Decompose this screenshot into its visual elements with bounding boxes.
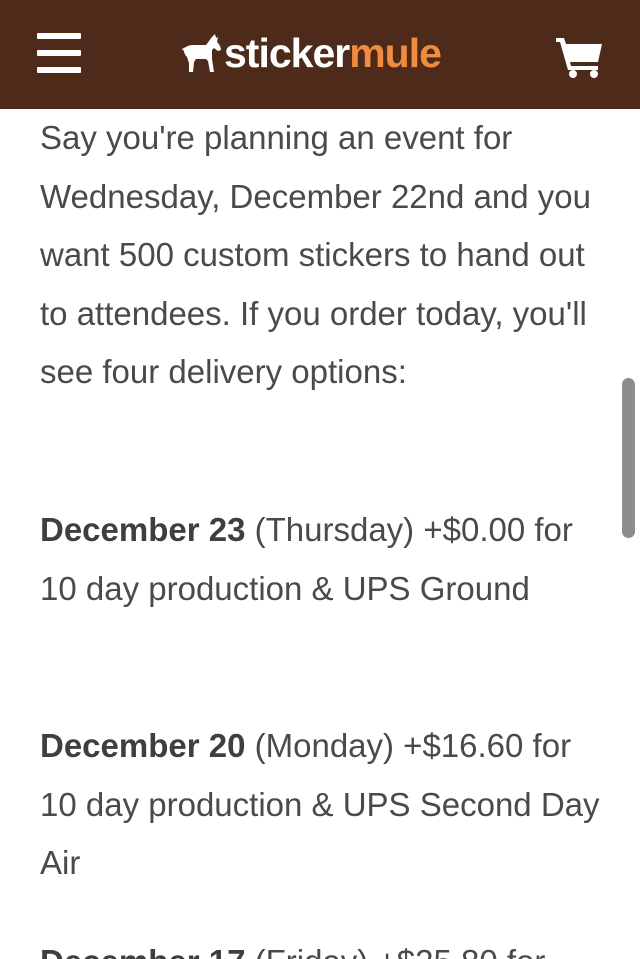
logo-mule-text: mule xyxy=(349,30,442,76)
delivery-option-2: December 20 (Monday) +$16.60 for 10 day … xyxy=(40,717,600,893)
shopping-cart-icon[interactable] xyxy=(556,36,604,78)
logo-sticker-text: sticker xyxy=(224,30,350,76)
logo-wordmark: stickermule xyxy=(224,28,442,78)
delivery-option-date: December 20 xyxy=(40,727,246,764)
top-header: stickermule xyxy=(0,0,640,109)
delivery-option-3: December 17 (Friday) +$25.80 for xyxy=(40,933,620,959)
delivery-option-detail: (Friday) +$25.80 for xyxy=(245,943,546,959)
delivery-option-date: December 17 xyxy=(40,943,245,959)
menu-bar-middle xyxy=(37,50,81,56)
stickermule-logo[interactable]: stickermule xyxy=(180,28,442,78)
menu-bar-bottom xyxy=(37,67,81,73)
intro-paragraph: Say you're planning an event for Wednesd… xyxy=(40,119,591,390)
mule-logo-icon xyxy=(182,34,221,72)
delivery-option-date: December 23 xyxy=(40,511,246,548)
menu-bar-top xyxy=(37,33,81,39)
vertical-scrollbar[interactable] xyxy=(622,378,635,538)
hamburger-menu-icon[interactable] xyxy=(37,33,81,73)
delivery-option-1: December 23 (Thursday) +$0.00 for 10 day… xyxy=(40,501,600,618)
